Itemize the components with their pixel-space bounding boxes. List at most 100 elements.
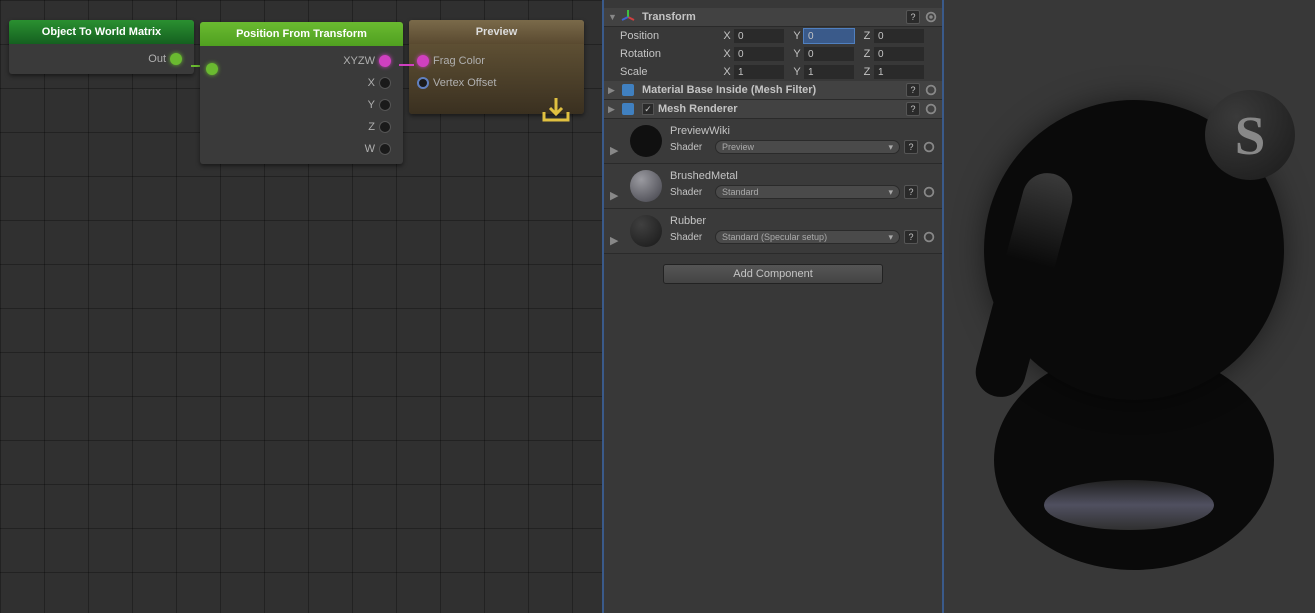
port-dot-vertexoffset-icon[interactable] [417,77,429,89]
foldout-icon[interactable]: ▶ [608,104,620,115]
foldout-icon[interactable]: ▶ [608,85,620,96]
shader-value: Standard [722,187,759,197]
chevron-down-icon: ▾ [888,232,893,243]
shader-label: Shader [670,232,715,243]
foldout-icon[interactable]: ▶ [610,189,622,202]
port-xyzw[interactable]: XYZW [208,50,395,72]
scale-row: Scale X Y Z [604,63,942,81]
node-object-to-world-matrix[interactable]: Object To World Matrix Out [9,20,194,74]
port-frag-color[interactable]: Frag Color [413,50,485,72]
component-title: Material Base Inside (Mesh Filter) [642,84,904,96]
port-dot-icon[interactable] [379,77,391,89]
rotation-x-input[interactable] [734,47,784,61]
scale-y-input[interactable] [804,65,854,79]
transform-component-header[interactable]: ▼ Transform ? [604,8,942,27]
foldout-icon[interactable]: ▶ [610,144,622,157]
port-dot-icon[interactable] [379,143,391,155]
position-x-input[interactable] [734,29,784,43]
position-y-input[interactable] [804,29,854,43]
scale-z-input[interactable] [874,65,924,79]
rotation-y-input[interactable] [804,47,854,61]
shader-dropdown[interactable]: Standard (Specular setup) ▾ [715,230,900,244]
port-label: Vertex Offset [433,77,496,89]
help-icon[interactable]: ? [904,185,918,199]
port-in[interactable] [202,58,222,80]
preview-letter-sphere: S [1205,90,1295,180]
port-dot-icon[interactable] [379,121,391,133]
scale-x-input[interactable] [734,65,784,79]
help-icon[interactable]: ? [906,102,920,116]
port-label: Z [368,121,375,133]
material-rubber[interactable]: ▶ Rubber Shader Standard (Specular setup… [604,209,942,254]
help-icon[interactable]: ? [904,140,918,154]
gear-icon[interactable] [924,83,938,97]
node-graph-panel[interactable]: Object To World Matrix Out Position From… [0,0,604,613]
rotation-row: Rotation X Y Z [604,45,942,63]
gear-icon[interactable] [924,10,938,24]
material-sphere-icon [630,170,662,202]
gear-icon[interactable] [924,102,938,116]
row-label: Rotation [610,48,720,60]
port-vertex-offset[interactable]: Vertex Offset [413,72,496,94]
gear-icon[interactable] [922,140,936,154]
node-preview[interactable]: Preview Frag Color Vertex Offset [409,20,584,114]
material-sphere-icon [630,215,662,247]
port-w[interactable]: W [208,138,395,160]
axis-label-x: X [720,30,734,42]
rotation-z-input[interactable] [874,47,924,61]
shader-label: Shader [670,142,715,153]
material-name: Rubber [670,215,936,227]
port-label: X [368,77,375,89]
port-dot-in-icon[interactable] [206,63,218,75]
axis-label-z: Z [860,48,874,60]
port-out[interactable]: Out [17,48,186,70]
material-name: PreviewWiki [670,125,936,137]
node-title: Preview [409,20,584,44]
position-row: Position X Y Z [604,27,942,45]
position-z-input[interactable] [874,29,924,43]
inspector-panel: ▼ Transform ? Position X Y Z Rotation X … [604,0,944,613]
material-preview-panel[interactable]: S [944,0,1315,613]
material-sphere-icon [630,125,662,157]
enable-checkbox[interactable]: ✓ [642,103,654,115]
port-label: Y [368,99,375,111]
help-icon[interactable]: ? [906,83,920,97]
preview-rim [1044,480,1214,530]
node-title: Position From Transform [200,22,403,46]
port-dot-fragcolor-icon[interactable] [417,55,429,67]
foldout-icon[interactable]: ▼ [608,12,620,22]
mesh-filter-icon [620,82,636,98]
shader-dropdown[interactable]: Preview ▾ [715,140,900,154]
port-dot-out-icon[interactable] [170,53,182,65]
component-title: Transform [642,11,904,23]
shader-value: Standard (Specular setup) [722,232,827,242]
gear-icon[interactable] [922,185,936,199]
port-dot-icon[interactable] [379,99,391,111]
port-z[interactable]: Z [208,116,395,138]
add-component-button[interactable]: Add Component [663,264,883,284]
port-label: W [365,143,375,155]
material-previewwiki[interactable]: ▶ PreviewWiki Shader Preview ▾ ? [604,119,942,164]
row-label: Scale [610,66,720,78]
port-dot-xyzw-icon[interactable] [379,55,391,67]
port-x[interactable]: X [208,72,395,94]
shader-label: Shader [670,187,715,198]
axis-label-x: X [720,48,734,60]
shader-value: Preview [722,142,754,152]
port-y[interactable]: Y [208,94,395,116]
transform-icon [620,9,636,25]
foldout-icon[interactable]: ▶ [610,234,622,247]
port-label: XYZW [343,55,375,67]
gear-icon[interactable] [922,230,936,244]
mesh-filter-header[interactable]: ▶ Material Base Inside (Mesh Filter) ? [604,81,942,100]
node-title: Object To World Matrix [9,20,194,44]
port-label: Out [148,53,166,65]
node-position-from-transform[interactable]: Position From Transform XYZW X Y Z [200,22,403,164]
axis-label-z: Z [860,66,874,78]
download-icon[interactable] [540,94,572,126]
mesh-renderer-header[interactable]: ▶ ✓ Mesh Renderer ? [604,100,942,119]
shader-dropdown[interactable]: Standard ▾ [715,185,900,199]
material-brushedmetal[interactable]: ▶ BrushedMetal Shader Standard ▾ ? [604,164,942,209]
help-icon[interactable]: ? [906,10,920,24]
help-icon[interactable]: ? [904,230,918,244]
